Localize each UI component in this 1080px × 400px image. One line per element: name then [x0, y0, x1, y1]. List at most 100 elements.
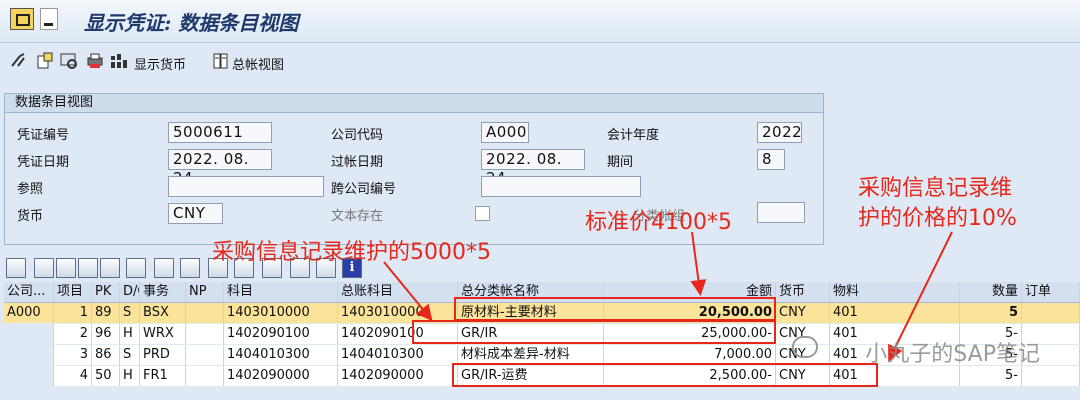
column-header[interactable]: PK: [92, 282, 120, 302]
watermark: 小丸子的SAP笔记: [865, 342, 1040, 367]
general-ledger-view-button[interactable]: 总帐视图: [232, 54, 284, 73]
overview-screen-icon[interactable]: [60, 52, 78, 70]
annotation-10pct-line1: 采购信息记录维: [858, 176, 1013, 201]
account-cell: 1404010300: [224, 345, 338, 365]
menu-dropdown-icon[interactable]: [40, 8, 58, 30]
order-cell: [1022, 303, 1080, 323]
annotation-10pct-line2: 护的价格的10%: [858, 206, 1017, 231]
currency-label: 货币: [17, 209, 44, 224]
gl-account-cell: 1404010300: [338, 345, 458, 365]
doc-date-label: 凭证日期: [17, 155, 70, 170]
annotation-box-freight: [452, 363, 878, 387]
doc-number-label: 凭证编号: [17, 128, 70, 143]
column-header[interactable]: 货币: [776, 282, 830, 302]
currency-field[interactable]: CNY: [168, 203, 223, 224]
annotation-info-record-5000: 采购信息记录维护的5000*5: [212, 240, 491, 265]
pk-cell: 50: [92, 366, 120, 386]
column-header[interactable]: 订单: [1022, 282, 1080, 302]
company-cell: [4, 345, 54, 365]
edit-glasses-icon[interactable]: [10, 52, 28, 70]
fiscal-year-field[interactable]: 2022: [757, 122, 802, 143]
pk-cell: 96: [92, 324, 120, 344]
column-header[interactable]: D/C: [120, 282, 140, 302]
frame-title: 数据条目视图: [5, 94, 823, 113]
pk-cell: 86: [92, 345, 120, 365]
title-bar: 显示凭证: 数据条目视图: [0, 0, 1080, 43]
doc-number-field[interactable]: 5000611: [168, 122, 272, 143]
item-cell: 3: [54, 345, 92, 365]
find-next-icon[interactable]: [100, 258, 120, 278]
currency-icon[interactable]: [110, 52, 128, 70]
quantity-cell: 5: [960, 303, 1022, 323]
item-cell: 2: [54, 324, 92, 344]
item-cell: 1: [54, 303, 92, 323]
reference-label: 参照: [17, 182, 44, 197]
material-cell: 401: [830, 303, 960, 323]
total-icon[interactable]: [154, 258, 174, 278]
dc-cell: H: [120, 324, 140, 344]
filter-icon[interactable]: [126, 258, 146, 278]
transaction-cell: FR1: [140, 366, 186, 386]
cross-company-label: 跨公司编号: [331, 182, 397, 197]
order-cell: [1022, 366, 1080, 386]
item-cell: 4: [54, 366, 92, 386]
transaction-cell: WRX: [140, 324, 186, 344]
column-header[interactable]: 项目: [54, 282, 92, 302]
company-cell: [4, 324, 54, 344]
column-header[interactable]: 事务: [140, 282, 186, 302]
annotation-standard-price: 标准价4100*5: [585, 210, 732, 235]
column-header[interactable]: 公司...: [4, 282, 54, 302]
text-exists-label: 文本存在: [331, 209, 384, 224]
np-cell: [186, 366, 224, 386]
column-header[interactable]: NP: [186, 282, 224, 302]
doc-date-field[interactable]: 2022. 08. 24: [168, 149, 272, 187]
reference-field[interactable]: [168, 176, 324, 197]
np-cell: [186, 345, 224, 365]
period-field[interactable]: 8: [757, 149, 785, 170]
period-label: 期间: [607, 155, 634, 170]
account-cell: 1402090000: [224, 366, 338, 386]
details-icon[interactable]: [6, 258, 26, 278]
find-icon[interactable]: [78, 258, 98, 278]
company-cell: [4, 366, 54, 386]
currency-cell: CNY: [776, 303, 830, 323]
column-header[interactable]: 数量: [960, 282, 1022, 302]
gl-account-cell: 1402090000: [338, 366, 458, 386]
display-document-icon[interactable]: [36, 52, 54, 70]
general-ledger-view-icon[interactable]: [212, 52, 230, 70]
fiscal-year-label: 会计年度: [607, 128, 660, 143]
gl-name-cell: 材料成本差异-材料: [458, 345, 604, 365]
column-header[interactable]: 总账科目: [338, 282, 458, 302]
text-exists-checkbox[interactable]: [475, 206, 490, 221]
display-currency-button[interactable]: 显示货币: [134, 54, 186, 73]
company-code-field[interactable]: A000: [481, 122, 529, 143]
pk-cell: 89: [92, 303, 120, 323]
wechat-icon: [792, 336, 818, 358]
ledger-group-field[interactable]: [757, 202, 805, 223]
account-cell: 1402090100: [224, 324, 338, 344]
subtotal-icon[interactable]: [180, 258, 200, 278]
account-cell: 1403010000: [224, 303, 338, 323]
sort-ascending-icon[interactable]: [34, 258, 54, 278]
annotation-box-material: [454, 297, 776, 321]
column-header[interactable]: 科目: [224, 282, 338, 302]
print-icon[interactable]: [86, 52, 104, 70]
cross-company-field[interactable]: [481, 176, 641, 197]
annotation-box-grir: [412, 320, 776, 344]
transaction-cell: PRD: [140, 345, 186, 365]
dc-cell: H: [120, 366, 140, 386]
np-cell: [186, 324, 224, 344]
column-header[interactable]: 物料: [830, 282, 960, 302]
posting-date-field[interactable]: 2022. 08. 24: [481, 149, 585, 187]
amount-cell: 7,000.00: [604, 345, 776, 365]
np-cell: [186, 303, 224, 323]
transaction-icon[interactable]: [10, 8, 34, 30]
window-title: 显示凭证: 数据条目视图: [84, 11, 299, 35]
dc-cell: S: [120, 303, 140, 323]
quantity-cell: 5-: [960, 366, 1022, 386]
sort-descending-icon[interactable]: [56, 258, 76, 278]
posting-date-label: 过帐日期: [331, 155, 384, 170]
company-cell: A000: [4, 303, 54, 323]
dc-cell: S: [120, 345, 140, 365]
company-code-label: 公司代码: [331, 128, 384, 143]
